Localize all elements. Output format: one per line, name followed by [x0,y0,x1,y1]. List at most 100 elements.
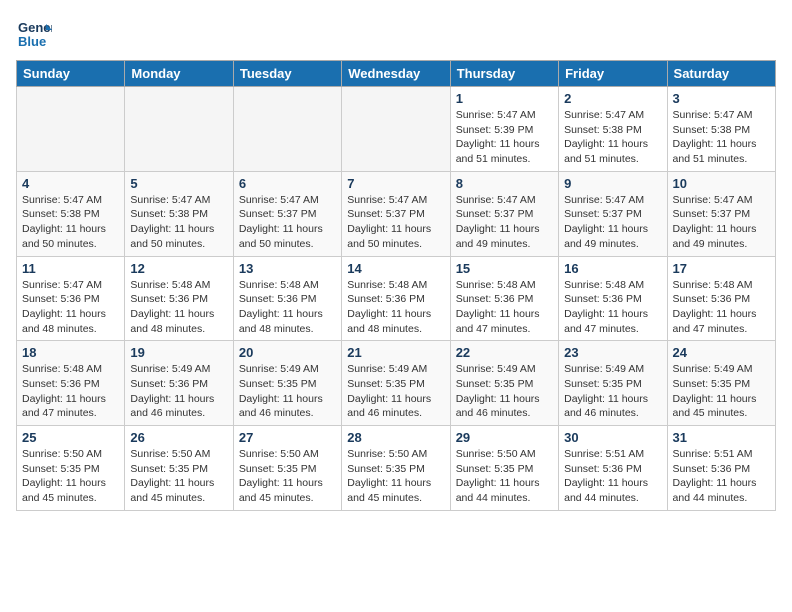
day-number: 21 [347,345,444,360]
day-number: 7 [347,176,444,191]
day-info: Sunrise: 5:47 AM Sunset: 5:38 PM Dayligh… [130,193,227,252]
week-row-3: 11Sunrise: 5:47 AM Sunset: 5:36 PM Dayli… [17,256,776,341]
day-number: 24 [673,345,770,360]
day-info: Sunrise: 5:47 AM Sunset: 5:39 PM Dayligh… [456,108,553,167]
day-cell-4: 4 Sunrise: 5:47 AM Sunset: 5:38 PM Daylig… [17,171,125,256]
day-cell-22: 22Sunrise: 5:49 AM Sunset: 5:35 PM Dayli… [450,341,558,426]
weekday-thursday: Thursday [450,61,558,87]
logo: General Blue [16,16,56,52]
day-number: 8 [456,176,553,191]
day-info: Sunrise: 5:49 AM Sunset: 5:35 PM Dayligh… [239,362,336,421]
page-header: General Blue [16,16,776,52]
day-number: 31 [673,430,770,445]
day-cell-27: 27 Sunrise: 5:50 AM Sunset: 5:35 PM Dayli… [233,426,341,511]
day-number: 28 [347,430,444,445]
day-cell-31: 31 Sunrise: 5:51 AM Sunset: 5:36 PM Dayli… [667,426,775,511]
day-number: 16 [564,261,661,276]
weekday-friday: Friday [559,61,667,87]
day-cell-1: 1 Sunrise: 5:47 AM Sunset: 5:39 PM Daylig… [450,87,558,172]
calendar-table: SundayMondayTuesdayWednesdayThursdayFrid… [16,60,776,511]
day-cell-29: 29Sunrise: 5:50 AM Sunset: 5:35 PM Dayli… [450,426,558,511]
day-info: Sunrise: 5:49 AM Sunset: 5:36 PM Dayligh… [130,362,227,421]
day-info: Sunrise: 5:50 AM Sunset: 5:35 PM Dayligh… [130,447,227,506]
weekday-saturday: Saturday [667,61,775,87]
calendar-body: 1 Sunrise: 5:47 AM Sunset: 5:39 PM Daylig… [17,87,776,511]
week-row-1: 1 Sunrise: 5:47 AM Sunset: 5:39 PM Daylig… [17,87,776,172]
day-cell-14: 14 Sunrise: 5:48 AM Sunset: 5:36 PM Dayli… [342,256,450,341]
day-number: 6 [239,176,336,191]
week-row-2: 4 Sunrise: 5:47 AM Sunset: 5:38 PM Daylig… [17,171,776,256]
day-cell-16: 16 Sunrise: 5:48 AM Sunset: 5:36 PM Dayli… [559,256,667,341]
day-cell-6: 6 Sunrise: 5:47 AM Sunset: 5:37 PM Daylig… [233,171,341,256]
day-number: 14 [347,261,444,276]
weekday-wednesday: Wednesday [342,61,450,87]
day-cell-10: 10 Sunrise: 5:47 AM Sunset: 5:37 PM Dayli… [667,171,775,256]
day-number: 3 [673,91,770,106]
day-info: Sunrise: 5:51 AM Sunset: 5:36 PM Dayligh… [673,447,770,506]
day-info: Sunrise: 5:49 AM Sunset: 5:35 PM Dayligh… [673,362,770,421]
day-cell-21: 21 Sunrise: 5:49 AM Sunset: 5:35 PM Dayli… [342,341,450,426]
day-number: 23 [564,345,661,360]
day-cell-8: 8 Sunrise: 5:47 AM Sunset: 5:37 PM Daylig… [450,171,558,256]
day-number: 19 [130,345,227,360]
day-cell-19: 19 Sunrise: 5:49 AM Sunset: 5:36 PM Dayli… [125,341,233,426]
day-info: Sunrise: 5:48 AM Sunset: 5:36 PM Dayligh… [673,278,770,337]
day-cell-24: 24 Sunrise: 5:49 AM Sunset: 5:35 PM Dayli… [667,341,775,426]
day-number: 5 [130,176,227,191]
day-info: Sunrise: 5:50 AM Sunset: 5:35 PM Dayligh… [239,447,336,506]
day-number: 1 [456,91,553,106]
day-info: Sunrise: 5:47 AM Sunset: 5:37 PM Dayligh… [456,193,553,252]
day-info: Sunrise: 5:48 AM Sunset: 5:36 PM Dayligh… [347,278,444,337]
day-cell-empty [233,87,341,172]
day-cell-5: 5 Sunrise: 5:47 AM Sunset: 5:38 PM Daylig… [125,171,233,256]
day-cell-30: 30Sunrise: 5:51 AM Sunset: 5:36 PM Dayli… [559,426,667,511]
day-number: 22 [456,345,553,360]
day-cell-empty [125,87,233,172]
day-cell-empty [17,87,125,172]
day-number: 20 [239,345,336,360]
day-cell-11: 11Sunrise: 5:47 AM Sunset: 5:36 PM Dayli… [17,256,125,341]
day-info: Sunrise: 5:47 AM Sunset: 5:37 PM Dayligh… [239,193,336,252]
day-info: Sunrise: 5:50 AM Sunset: 5:35 PM Dayligh… [22,447,119,506]
day-number: 25 [22,430,119,445]
day-number: 12 [130,261,227,276]
day-cell-13: 13 Sunrise: 5:48 AM Sunset: 5:36 PM Dayli… [233,256,341,341]
day-cell-2: 2Sunrise: 5:47 AM Sunset: 5:38 PM Daylig… [559,87,667,172]
day-cell-3: 3 Sunrise: 5:47 AM Sunset: 5:38 PM Daylig… [667,87,775,172]
day-number: 2 [564,91,661,106]
day-info: Sunrise: 5:47 AM Sunset: 5:37 PM Dayligh… [673,193,770,252]
day-cell-23: 23 Sunrise: 5:49 AM Sunset: 5:35 PM Dayli… [559,341,667,426]
day-info: Sunrise: 5:47 AM Sunset: 5:36 PM Dayligh… [22,278,119,337]
day-cell-25: 25 Sunrise: 5:50 AM Sunset: 5:35 PM Dayli… [17,426,125,511]
day-cell-empty [342,87,450,172]
day-info: Sunrise: 5:48 AM Sunset: 5:36 PM Dayligh… [456,278,553,337]
day-info: Sunrise: 5:47 AM Sunset: 5:38 PM Dayligh… [22,193,119,252]
day-info: Sunrise: 5:50 AM Sunset: 5:35 PM Dayligh… [456,447,553,506]
day-info: Sunrise: 5:49 AM Sunset: 5:35 PM Dayligh… [347,362,444,421]
weekday-sunday: Sunday [17,61,125,87]
day-info: Sunrise: 5:51 AM Sunset: 5:36 PM Dayligh… [564,447,661,506]
day-number: 15 [456,261,553,276]
day-info: Sunrise: 5:50 AM Sunset: 5:35 PM Dayligh… [347,447,444,506]
day-number: 9 [564,176,661,191]
weekday-tuesday: Tuesday [233,61,341,87]
day-cell-20: 20 Sunrise: 5:49 AM Sunset: 5:35 PM Dayli… [233,341,341,426]
day-info: Sunrise: 5:49 AM Sunset: 5:35 PM Dayligh… [564,362,661,421]
day-cell-15: 15 Sunrise: 5:48 AM Sunset: 5:36 PM Dayli… [450,256,558,341]
week-row-4: 18Sunrise: 5:48 AM Sunset: 5:36 PM Dayli… [17,341,776,426]
day-number: 27 [239,430,336,445]
day-number: 4 [22,176,119,191]
weekday-header-row: SundayMondayTuesdayWednesdayThursdayFrid… [17,61,776,87]
day-info: Sunrise: 5:48 AM Sunset: 5:36 PM Dayligh… [130,278,227,337]
day-cell-9: 9Sunrise: 5:47 AM Sunset: 5:37 PM Daylig… [559,171,667,256]
day-number: 18 [22,345,119,360]
day-number: 10 [673,176,770,191]
day-cell-7: 7 Sunrise: 5:47 AM Sunset: 5:37 PM Daylig… [342,171,450,256]
day-info: Sunrise: 5:47 AM Sunset: 5:38 PM Dayligh… [673,108,770,167]
day-info: Sunrise: 5:48 AM Sunset: 5:36 PM Dayligh… [564,278,661,337]
day-cell-26: 26Sunrise: 5:50 AM Sunset: 5:35 PM Dayli… [125,426,233,511]
day-info: Sunrise: 5:48 AM Sunset: 5:36 PM Dayligh… [239,278,336,337]
day-number: 13 [239,261,336,276]
day-info: Sunrise: 5:47 AM Sunset: 5:37 PM Dayligh… [347,193,444,252]
logo-icon: General Blue [16,16,52,52]
